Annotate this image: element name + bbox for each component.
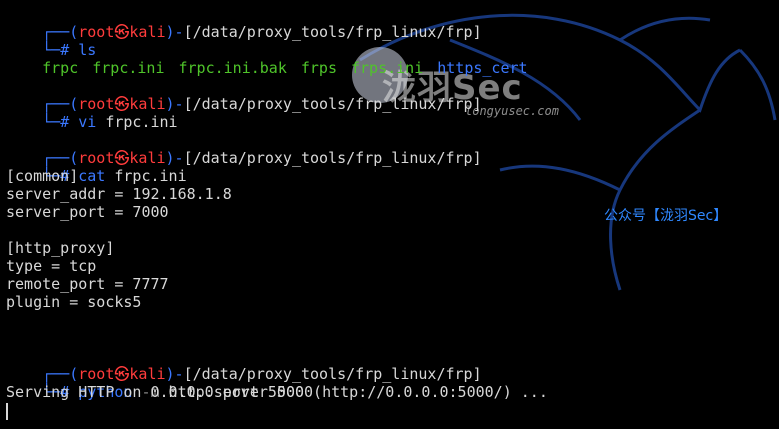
command-name: vi: [78, 113, 97, 131]
prompt-line: ┌──(root㉿kali)-[/data/proxy_tools/frp_li…: [42, 149, 482, 167]
ls-file: frps.ini: [351, 59, 424, 77]
command-name: cat: [78, 167, 106, 185]
server-output: Serving HTTP on 0.0.0.0 port 5000 (http:…: [6, 383, 548, 401]
prompt-host: kali: [129, 23, 166, 41]
output-line: type = tcp: [6, 257, 97, 275]
terminal-window[interactable]: 泷羽Sec longyusec.com 公众号【泷羽Sec】 ┌──(root㉿…: [0, 0, 779, 429]
output-line: plugin = socks5: [6, 293, 142, 311]
ls-directory: https_cert: [437, 59, 528, 77]
watermark-public-account: 公众号【泷羽Sec】: [604, 208, 728, 224]
prompt-line: ┌──(root㉿kali)-[/data/proxy_tools/frp_li…: [42, 23, 482, 41]
ls-file: frpc.ini.bak: [178, 59, 287, 77]
ls-file: frpc: [42, 59, 79, 77]
output-line: [common]: [6, 167, 79, 185]
command-line: └─# cat frpc.ini: [42, 167, 187, 185]
command-line: └─# python -m http.server 5000: [42, 383, 314, 401]
ls-file: frpc.ini: [92, 59, 165, 77]
skull-icon: ㉿: [114, 23, 130, 41]
command-line: └─# ls: [42, 41, 97, 59]
prompt-path: [/data/proxy_tools/frp_linux/frp]: [183, 95, 482, 113]
prompt-line: ┌──(root㉿kali)-[/data/proxy_tools/frp_li…: [42, 95, 482, 113]
prompt-path: [/data/proxy_tools/frp_linux/frp]: [183, 149, 482, 167]
command-args: frpc.ini: [105, 167, 187, 185]
ls-file: frps: [300, 59, 337, 77]
output-line: remote_port = 7777: [6, 275, 169, 293]
prompt-line: ┌──(root㉿kali)-[/data/proxy_tools/frp_li…: [42, 365, 482, 383]
command-args: frpc.ini: [96, 113, 178, 131]
output-line: [http_proxy]: [6, 239, 115, 257]
output-line: server_port = 7000: [6, 203, 169, 221]
ls-output: frpc frpc.ini frpc.ini.bak frps frps.ini http…: [6, 41, 542, 77]
text-cursor[interactable]: [6, 403, 8, 420]
command-line: └─# vi frpc.ini: [42, 113, 178, 131]
prompt-path: [/data/proxy_tools/frp_linux/frp]: [183, 23, 482, 41]
output-line: server_addr = 192.168.1.8: [6, 185, 232, 203]
